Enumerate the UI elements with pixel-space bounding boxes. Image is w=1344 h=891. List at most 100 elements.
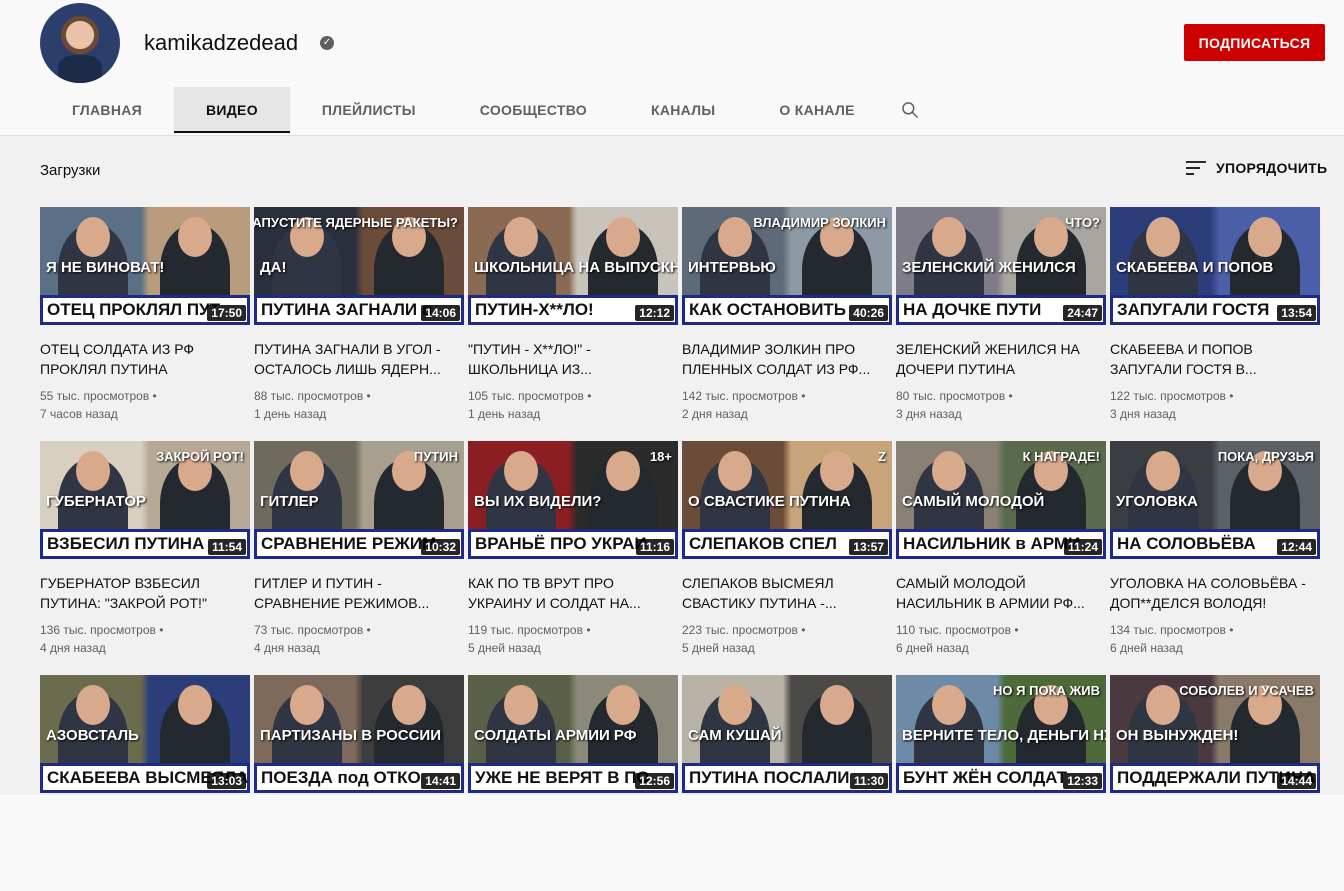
video-title[interactable]: ГИТЛЕР И ПУТИН - СРАВНЕНИЕ РЕЖИМОВ... [254, 573, 464, 613]
thumbnail-face [820, 685, 854, 725]
video-duration: 13:03 [207, 773, 246, 789]
video-thumbnail[interactable]: ГУБЕРНАТОР ЗАКРОЙ РОТ! ВЗБЕСИЛ ПУТИНА 11:54 [40, 441, 250, 559]
video-card[interactable]: ВЕРНИТЕ ТЕЛО, ДЕНЬГИ НУЖНЫНО Я ПОКА ЖИВБ… [896, 675, 1106, 891]
video-meta: 73 тыс. просмотров • 4 дня назад [254, 621, 464, 657]
thumbnail-caption: УГОЛОВКА [1116, 493, 1198, 510]
video-meta: 142 тыс. просмотров • 2 дня назад [682, 387, 892, 423]
video-age: 5 дней назад [468, 641, 541, 655]
thumbnail-face [290, 451, 324, 491]
video-card[interactable]: ШКОЛЬНИЦА НА ВЫПУСКНОМ:ПУТИН-Х**ЛО!12:12… [468, 207, 678, 423]
video-title[interactable]: ЗЕЛЕНСКИЙ ЖЕНИЛСЯ НА ДОЧЕРИ ПУТИНА [896, 339, 1106, 379]
channel-name[interactable]: kamikadzedead [144, 30, 298, 56]
video-thumbnail[interactable]: САМЫЙ МОЛОДОЙ К НАГРАДЕ! НАСИЛЬНИК в АРМИ 1… [896, 441, 1106, 559]
subscribe-button[interactable]: ПОДПИСАТЬСЯ [1184, 24, 1325, 61]
video-card[interactable]: ЗЕЛЕНСКИЙ ЖЕНИЛСЯ ЧТО? НА ДОЧКЕ ПУТИ 24:47 З… [896, 207, 1106, 423]
tab-videos[interactable]: ВИДЕО [174, 87, 290, 133]
video-thumbnail[interactable]: ГИТЛЕР ПУТИН СРАВНЕНИЕ РЕЖИМ 10:32 [254, 441, 464, 559]
thumbnail-caption-secondary: ЗАКРОЙ РОТ! [156, 449, 244, 464]
channel-avatar[interactable] [40, 3, 120, 83]
thumbnail-caption: САМЫЙ МОЛОДОЙ [902, 493, 1045, 510]
video-views: 88 тыс. просмотров • [254, 389, 371, 403]
video-views: 105 тыс. просмотров • [468, 389, 592, 403]
video-card[interactable]: ГИТЛЕР ПУТИН СРАВНЕНИЕ РЕЖИМ 10:32 ГИТЛЕР И … [254, 441, 464, 657]
video-duration: 11:16 [635, 539, 674, 555]
sort-button[interactable]: УПОРЯДОЧИТЬ [1186, 160, 1327, 176]
thumbnail-caption: ОН ВЫНУЖДЕН! [1116, 727, 1239, 744]
video-card[interactable]: ПАРТИЗАНЫ В РОССИИ ПОЕЗДА под ОТКО 14:41 [254, 675, 464, 891]
video-thumbnail[interactable]: ОН ВЫНУЖДЕН! СОБОЛЕВ И УСАЧЕВ ПОДДЕРЖАЛИ П… [1110, 675, 1320, 793]
thumbnail-face [504, 217, 538, 257]
video-thumbnail[interactable]: САМ КУШАЙ ПУТИНА ПОСЛАЛИ 11:30 [682, 675, 892, 793]
video-age: 7 часов назад [40, 407, 118, 421]
video-card[interactable]: СКАБЕЕВА И ПОПОВ ЗАПУГАЛИ ГОСТЯ 13:54 СКАБЕ… [1110, 207, 1320, 423]
video-card[interactable]: О СВАСТИКЕ ПУТИНА Z СЛЕПАКОВ СПЕЛ 13:57 СЛЕП… [682, 441, 892, 657]
thumbnail-face [718, 451, 752, 491]
video-thumbnail[interactable]: Я НЕ ВИНОВАТ! ОТЕЦ ПРОКЛЯЛ ПУТ 17:50 [40, 207, 250, 325]
video-card[interactable]: ИНТЕРВЬЮ ВЛАДИМИР ЗОЛКИН КАК ОСТАНОВИТЬ 40:… [682, 207, 892, 423]
video-thumbnail[interactable]: ШКОЛЬНИЦА НА ВЫПУСКНОМ:ПУТИН-Х**ЛО!12:12 [468, 207, 678, 325]
video-card[interactable]: СОЛДАТЫ АРМИИ РФ УЖЕ НЕ ВЕРЯТ В ПО 12:56 [468, 675, 678, 891]
video-thumbnail[interactable]: СКАБЕЕВА И ПОПОВ ЗАПУГАЛИ ГОСТЯ 13:54 [1110, 207, 1320, 325]
video-thumbnail[interactable]: ВЕРНИТЕ ТЕЛО, ДЕНЬГИ НУЖНЫНО Я ПОКА ЖИВБ… [896, 675, 1106, 793]
thumbnail-caption: ЗЕЛЕНСКИЙ ЖЕНИЛСЯ [902, 259, 1076, 276]
video-title[interactable] [40, 807, 250, 847]
video-title[interactable]: КАК ПО ТВ ВРУТ ПРО УКРАИНУ И СОЛДАТ НА..… [468, 573, 678, 613]
video-card[interactable]: ОН ВЫНУЖДЕН! СОБОЛЕВ И УСАЧЕВ ПОДДЕРЖАЛИ П… [1110, 675, 1320, 891]
tab-about[interactable]: О КАНАЛЕ [747, 87, 886, 133]
thumbnail-caption: ГУБЕРНАТОР [46, 493, 147, 510]
video-card[interactable]: ВЫ ИХ ВИДЕЛИ? 18+ ВРАНЬЁ ПРО УКРАИ 11:16 КАК… [468, 441, 678, 657]
video-thumbnail[interactable]: ВЫ ИХ ВИДЕЛИ? 18+ ВРАНЬЁ ПРО УКРАИ 11:16 [468, 441, 678, 559]
video-card[interactable]: ГУБЕРНАТОР ЗАКРОЙ РОТ! ВЗБЕСИЛ ПУТИНА 11:54… [40, 441, 250, 657]
video-thumbnail[interactable]: ЗЕЛЕНСКИЙ ЖЕНИЛСЯ ЧТО? НА ДОЧКЕ ПУТИ 24:47 [896, 207, 1106, 325]
video-title[interactable]: "ПУТИН - Х**ЛО!" - ШКОЛЬНИЦА ИЗ... [468, 339, 678, 379]
video-thumbnail[interactable]: ПАРТИЗАНЫ В РОССИИ ПОЕЗДА под ОТКО 14:41 [254, 675, 464, 793]
thumbnail-face [1146, 217, 1180, 257]
video-card[interactable]: УГОЛОВКА ПОКА, ДРУЗЬЯ НА СОЛОВЬЁВА 12:44 УГО… [1110, 441, 1320, 657]
video-title[interactable] [468, 807, 678, 847]
video-meta: 223 тыс. просмотров • 5 дней назад [682, 621, 892, 657]
thumbnail-caption-secondary: Z [878, 449, 886, 464]
video-title[interactable] [254, 807, 464, 847]
video-duration: 40:26 [849, 305, 888, 321]
thumbnail-caption-secondary: ЗАПУСТИТЕ ЯДЕРНЫЕ РАКЕТЫ? [254, 215, 458, 230]
video-title[interactable] [682, 807, 892, 847]
video-title[interactable]: СЛЕПАКОВ ВЫСМЕЯЛ СВАСТИКУ ПУТИНА -... [682, 573, 892, 613]
video-title[interactable]: ВЛАДИМИР ЗОЛКИН ПРО ПЛЕННЫХ СОЛДАТ ИЗ РФ… [682, 339, 892, 379]
video-thumbnail[interactable]: АЗОВСТАЛЬСКАБЕЕВА ВЫСМЕЯЛА ПУТ13:03 [40, 675, 250, 793]
sort-label: УПОРЯДОЧИТЬ [1216, 160, 1328, 176]
video-views: 73 тыс. просмотров • [254, 623, 371, 637]
video-title[interactable]: САМЫЙ МОЛОДОЙ НАСИЛЬНИК В АРМИИ РФ... [896, 573, 1106, 613]
video-card[interactable]: АЗОВСТАЛЬСКАБЕЕВА ВЫСМЕЯЛА ПУТ13:03 [40, 675, 250, 891]
video-title[interactable]: УГОЛОВКА НА СОЛОВЬЁВА - ДОП**ДЕЛСЯ ВОЛОД… [1110, 573, 1320, 613]
video-card[interactable]: ДА! ЗАПУСТИТЕ ЯДЕРНЫЕ РАКЕТЫ? ПУТИНА ЗАГНА… [254, 207, 464, 423]
video-card[interactable]: Я НЕ ВИНОВАТ! ОТЕЦ ПРОКЛЯЛ ПУТ 17:50 ОТЕЦ С… [40, 207, 250, 423]
thumbnail-face [290, 685, 324, 725]
thumbnail-face [178, 217, 212, 257]
video-thumbnail[interactable]: О СВАСТИКЕ ПУТИНА Z СЛЕПАКОВ СПЕЛ 13:57 [682, 441, 892, 559]
thumbnail-face [718, 217, 752, 257]
thumbnail-face [76, 451, 110, 491]
video-title[interactable]: ГУБЕРНАТОР ВЗБЕСИЛ ПУТИНА: "ЗАКРОЙ РОТ!" [40, 573, 250, 613]
video-title[interactable]: СКАБЕЕВА И ПОПОВ ЗАПУГАЛИ ГОСТЯ В... [1110, 339, 1320, 379]
video-title[interactable] [1110, 807, 1320, 847]
video-thumbnail[interactable]: ДА! ЗАПУСТИТЕ ЯДЕРНЫЕ РАКЕТЫ? ПУТИНА ЗАГНА… [254, 207, 464, 325]
tab-home[interactable]: ГЛАВНАЯ [40, 87, 174, 133]
search-icon[interactable] [900, 100, 920, 120]
video-card[interactable]: САМ КУШАЙ ПУТИНА ПОСЛАЛИ 11:30 [682, 675, 892, 891]
thumbnail-caption: АЗОВСТАЛЬ [46, 727, 139, 744]
video-title[interactable] [896, 807, 1106, 847]
video-card[interactable]: САМЫЙ МОЛОДОЙ К НАГРАДЕ! НАСИЛЬНИК в АРМИ 1… [896, 441, 1106, 657]
tab-playlists[interactable]: ПЛЕЙЛИСТЫ [290, 87, 448, 133]
video-thumbnail[interactable]: УГОЛОВКА ПОКА, ДРУЗЬЯ НА СОЛОВЬЁВА 12:44 [1110, 441, 1320, 559]
tab-community[interactable]: СООБЩЕСТВО [448, 87, 619, 133]
thumbnail-caption: СКАБЕЕВА И ПОПОВ [1116, 259, 1274, 276]
video-thumbnail[interactable]: ИНТЕРВЬЮ ВЛАДИМИР ЗОЛКИН КАК ОСТАНОВИТЬ 40:… [682, 207, 892, 325]
thumbnail-face [932, 451, 966, 491]
video-thumbnail[interactable]: СОЛДАТЫ АРМИИ РФ УЖЕ НЕ ВЕРЯТ В ПО 12:56 [468, 675, 678, 793]
tab-channels[interactable]: КАНАЛЫ [619, 87, 747, 133]
video-duration: 14:41 [421, 773, 460, 789]
video-duration: 17:50 [207, 305, 246, 321]
video-title[interactable]: ПУТИНА ЗАГНАЛИ В УГОЛ - ОСТАЛОСЬ ЛИШЬ ЯД… [254, 339, 464, 379]
thumbnail-caption-secondary: СОБОЛЕВ И УСАЧЕВ [1179, 683, 1314, 698]
video-title[interactable]: ОТЕЦ СОЛДАТА ИЗ РФ ПРОКЛЯЛ ПУТИНА [40, 339, 250, 379]
